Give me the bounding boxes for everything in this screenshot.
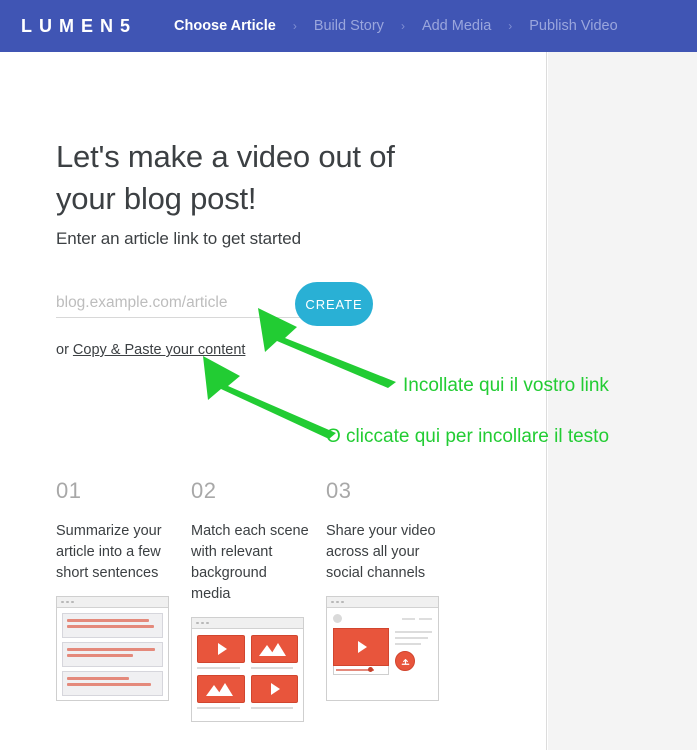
url-entry-row: CREATE [56, 282, 376, 326]
top-navbar: LUMEN5 Choose Article › Build Story › Ad… [0, 0, 697, 52]
video-share-icon [326, 596, 439, 701]
step-add-media[interactable]: Add Media [422, 18, 491, 34]
play-icon [358, 641, 367, 653]
chevron-right-icon: › [292, 19, 297, 33]
menu-links [402, 617, 432, 620]
page-title: Let's make a video out of your blog post… [56, 139, 395, 216]
step-card-03: 03 Share your video across all your soci… [326, 478, 461, 722]
copy-paste-row: or Copy & Paste your content [56, 342, 546, 358]
steps-section: 01 Summarize your article into a few sho… [56, 478, 526, 722]
or-label: or [56, 342, 73, 358]
window-dot-icon [331, 600, 334, 604]
window-dot-icon [341, 600, 344, 604]
window-dot-icon [196, 621, 199, 625]
video-player [333, 628, 389, 675]
right-side-panel [548, 52, 697, 750]
window-dot-icon [336, 600, 339, 604]
article-row [62, 642, 163, 667]
image-icon [259, 642, 289, 656]
lumen5-logo[interactable]: LUMEN5 [21, 16, 137, 37]
window-titlebar [192, 618, 303, 629]
step-number: 01 [56, 478, 82, 503]
step-description: Match each scene with relevant backgroun… [191, 523, 309, 602]
avatar [333, 614, 342, 623]
window-dot-icon [61, 600, 64, 604]
step-number: 03 [326, 478, 352, 503]
profile-header [327, 608, 438, 623]
article-row [62, 613, 163, 638]
description-lines [395, 628, 432, 675]
step-card-02: 02 Match each scene with relevant backgr… [191, 478, 326, 722]
window-dot-icon [201, 621, 204, 625]
media-grid-icon [191, 617, 304, 722]
media-item [250, 635, 298, 669]
step-publish-video[interactable]: Publish Video [529, 18, 617, 34]
copy-paste-link[interactable]: Copy & Paste your content [73, 342, 246, 358]
play-icon [217, 643, 227, 655]
media-item [197, 635, 245, 669]
image-icon [205, 682, 236, 696]
article-list-icon [56, 596, 169, 701]
step-card-01: 01 Summarize your article into a few sho… [56, 478, 191, 722]
panel-divider [546, 52, 547, 750]
play-icon [271, 683, 281, 695]
media-grid [192, 629, 303, 715]
page-subtitle: Enter an article link to get started [56, 229, 301, 248]
page-root: LUMEN5 Choose Article › Build Story › Ad… [0, 0, 697, 750]
chevron-right-icon: › [400, 19, 405, 33]
step-number: 02 [191, 478, 217, 503]
main-content: Let's make a video out of your blog post… [56, 52, 546, 358]
article-row [62, 671, 163, 696]
window-titlebar [57, 597, 168, 608]
window-dot-icon [71, 600, 74, 604]
upload-share-icon [395, 651, 415, 671]
step-description: Share your video across all your social … [326, 523, 436, 581]
player-area [327, 623, 438, 675]
create-button[interactable]: CREATE [295, 282, 373, 326]
article-rows [57, 608, 168, 700]
step-build-story[interactable]: Build Story [314, 18, 384, 34]
media-item [250, 675, 298, 709]
window-dot-icon [206, 621, 209, 625]
media-item [197, 675, 245, 709]
breadcrumb: Choose Article › Build Story › Add Media… [174, 18, 618, 34]
progress-bar [333, 666, 389, 675]
window-dot-icon [66, 600, 69, 604]
arrow-icon [203, 356, 336, 439]
window-titlebar [327, 597, 438, 608]
chevron-right-icon: › [508, 19, 513, 33]
step-description: Summarize your article into a few short … [56, 523, 162, 581]
step-choose-article[interactable]: Choose Article [174, 18, 276, 34]
